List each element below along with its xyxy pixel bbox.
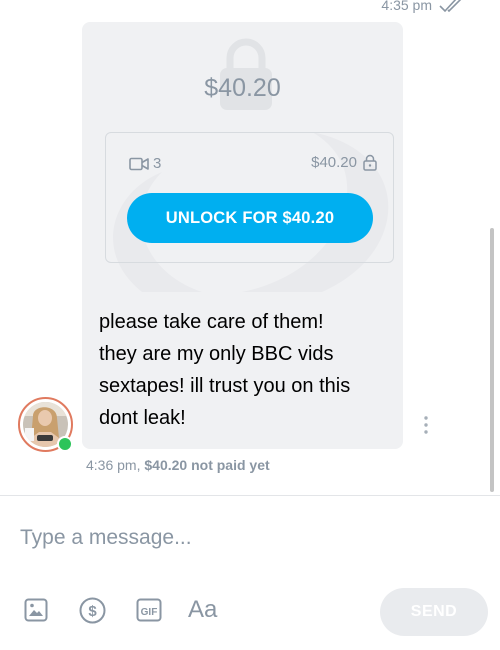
message-line: dont leak! — [99, 407, 186, 429]
card-price: $40.20 — [311, 154, 377, 171]
svg-text:GIF: GIF — [141, 607, 158, 618]
video-icon — [129, 157, 149, 170]
send-button[interactable]: SEND — [380, 588, 488, 636]
message-bubble: $40.20 3 $40.20 UNLOCK FOR $40.20 please… — [82, 22, 403, 449]
scrollbar[interactable] — [490, 228, 494, 492]
sender-avatar[interactable] — [18, 397, 73, 452]
message-input[interactable] — [20, 523, 480, 553]
media-count-value: 3 — [153, 155, 162, 172]
media-count: 3 — [129, 155, 161, 172]
card-price-value: $40.20 — [311, 154, 357, 171]
message-time: 4:36 pm, — [86, 457, 141, 473]
payment-status: $40.20 not paid yet — [144, 457, 270, 473]
message-text: please take care of them! they are my on… — [99, 306, 399, 434]
message-line: sextapes! ill trust you on this — [99, 375, 351, 397]
previous-message-time: 4:35 pm — [381, 0, 432, 13]
locked-media-card: 3 $40.20 UNLOCK FOR $40.20 — [105, 132, 394, 263]
double-check-icon — [439, 0, 462, 13]
composer-divider — [0, 495, 500, 496]
message-line: please take care of them! — [99, 311, 324, 333]
text-format-icon[interactable]: Aa — [188, 596, 217, 624]
more-vertical-icon[interactable] — [424, 416, 428, 434]
locked-price: $40.20 — [204, 74, 281, 102]
image-icon[interactable] — [24, 598, 48, 622]
message-meta: 4:36 pm, $40.20 not paid yet — [86, 457, 270, 473]
lock-icon — [363, 154, 377, 171]
gif-icon[interactable]: GIF — [136, 598, 162, 622]
dollar-icon[interactable]: $ — [79, 597, 106, 624]
message-line: they are my only BBC vids — [99, 343, 334, 365]
svg-text:$: $ — [88, 603, 97, 620]
unlock-button[interactable]: UNLOCK FOR $40.20 — [127, 193, 373, 243]
chat-screen: 4:35 pm $40.20 3 $40.20 UNLOCK FOR $40.2… — [0, 0, 500, 650]
online-status-dot — [57, 436, 73, 452]
